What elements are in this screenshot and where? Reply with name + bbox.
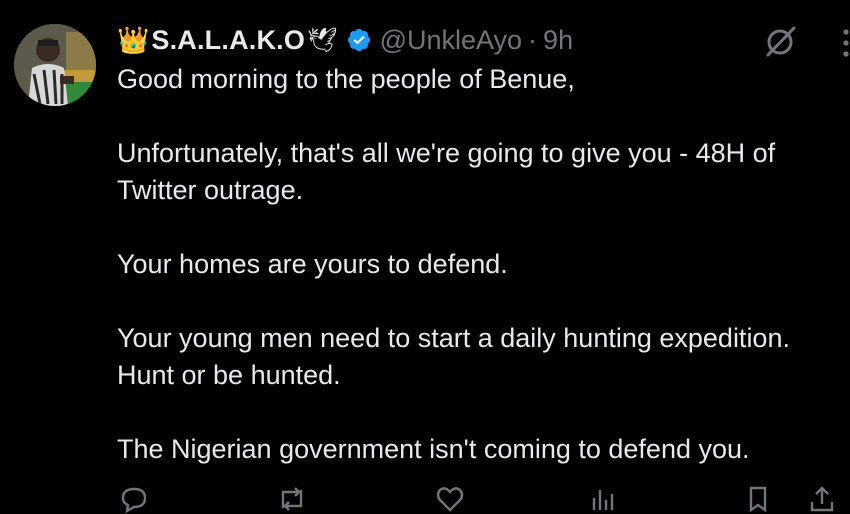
reply-icon[interactable] (119, 484, 149, 514)
crown-emoji: 👑 (117, 25, 150, 55)
tweet-line: Your homes are yours to defend. (117, 249, 508, 279)
grok-icon[interactable] (762, 22, 800, 60)
tweet-line: The Nigerian government isn't coming to … (117, 434, 750, 464)
share-icon[interactable] (807, 484, 837, 514)
tweet-line: Good morning to the people of Benue, (117, 64, 575, 94)
verified-badge-icon (346, 27, 372, 53)
separator-dot: · (528, 24, 538, 55)
tweet-line: Your young men need to start a daily hun… (117, 323, 790, 390)
views-icon[interactable] (587, 484, 617, 514)
bookmark-icon[interactable] (743, 484, 773, 514)
tweet-line: Unfortunately, that's all we're going to… (117, 138, 776, 205)
more-icon[interactable] (828, 26, 850, 60)
user-handle[interactable]: @UnkleAyo (380, 25, 522, 56)
timestamp[interactable]: 9h (543, 25, 573, 56)
tweet-card[interactable]: 👑 S.A.L.A.K.O 🕊 @UnkleAyo · 9h Good morn… (0, 0, 850, 514)
tweet-text: Good morning to the people of Benue, Unf… (117, 61, 837, 468)
display-name[interactable]: S.A.L.A.K.O (151, 25, 305, 56)
action-bar (117, 484, 837, 514)
dove-emoji: 🕊 (307, 26, 338, 54)
tweet-header: 👑 S.A.L.A.K.O 🕊 @UnkleAyo · 9h (117, 22, 573, 58)
retweet-icon[interactable] (277, 484, 307, 514)
avatar[interactable] (14, 24, 96, 106)
like-icon[interactable] (435, 484, 465, 514)
